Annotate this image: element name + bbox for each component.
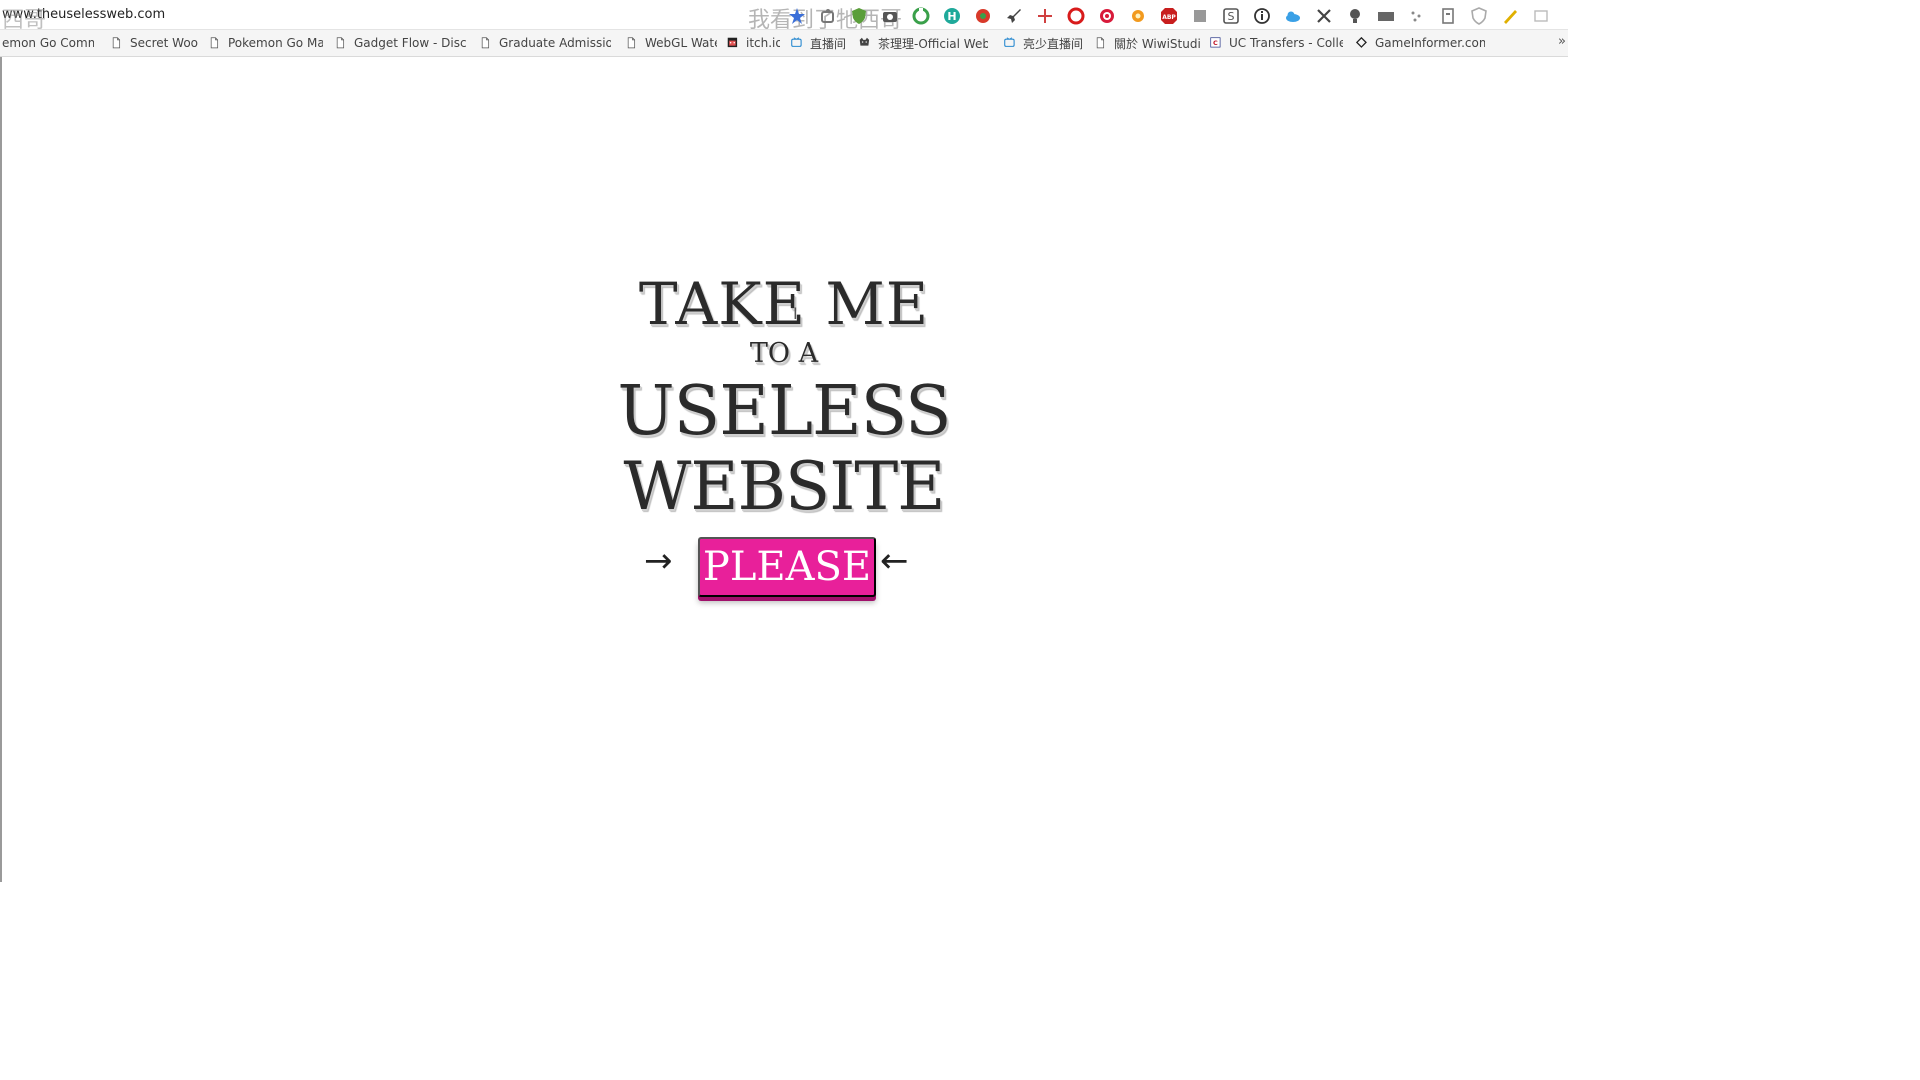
- target-icon[interactable]: [1096, 6, 1117, 26]
- bookmark-label: 直播间: [810, 36, 847, 51]
- cross-icon[interactable]: [1034, 6, 1055, 26]
- bar-icon[interactable]: [1375, 6, 1396, 26]
- hero-line-take-me: TAKE ME: [638, 270, 930, 338]
- diamond-icon: [1355, 36, 1369, 50]
- bookmark-label: GameInformer.com: [1375, 36, 1485, 50]
- page-icon: [208, 36, 222, 50]
- puzzle-icon[interactable]: [817, 6, 838, 26]
- bookmark-item[interactable]: Secret Wood: [110, 35, 198, 51]
- window-edge: [0, 0, 2, 882]
- bookmarks-overflow-button[interactable]: »: [1558, 34, 1566, 49]
- star-icon[interactable]: [786, 6, 807, 26]
- window-icon[interactable]: [1530, 6, 1551, 26]
- x-mark-icon[interactable]: [1313, 6, 1334, 26]
- svg-text:ABP: ABP: [1162, 14, 1176, 21]
- shield-icon[interactable]: [848, 6, 869, 26]
- flower-icon[interactable]: [1127, 6, 1148, 26]
- doc-icon[interactable]: [1437, 6, 1458, 26]
- extension-icons: H ABP S: [786, 5, 1551, 27]
- opera-icon[interactable]: [1065, 6, 1086, 26]
- bookmark-label: emon Go Commu: [2, 36, 94, 50]
- hero-line-website: WEBSITE: [623, 448, 945, 525]
- swirl-icon[interactable]: [972, 6, 993, 26]
- bookmark-label: 關於 WiwiStudio: [1114, 36, 1200, 51]
- bookmark-item[interactable]: WebGL Water: [625, 35, 717, 51]
- bookmark-item[interactable]: Gadget Flow - Discov: [334, 35, 466, 51]
- tv-icon: [790, 36, 804, 50]
- text-cursor-icon: I: [793, 304, 798, 323]
- camera-icon[interactable]: [879, 6, 900, 26]
- recycle-icon[interactable]: [910, 6, 931, 26]
- bookmark-item[interactable]: itch.io: [726, 35, 780, 51]
- svg-text:S: S: [1227, 10, 1234, 23]
- bookmark-label: 亮少直播间: [1023, 36, 1084, 51]
- dots-icon[interactable]: [1406, 6, 1427, 26]
- page-icon: [479, 36, 493, 50]
- bookmark-label: itch.io: [746, 36, 780, 50]
- page-icon: [1094, 36, 1108, 50]
- hero-line-to-a: TO A: [749, 338, 819, 369]
- bookmark-item[interactable]: 亮少直播间: [1003, 35, 1083, 51]
- bookmark-label: WebGL Water: [645, 36, 717, 50]
- bookmarks-bar: » emon Go Commu Secret Wood Pokemon Go Map…: [0, 30, 1568, 57]
- hero-line-useless: USELESS: [617, 372, 951, 451]
- itchio-icon: [726, 36, 740, 50]
- shield-outline-icon[interactable]: [1468, 6, 1489, 26]
- cat-icon: [858, 36, 872, 50]
- please-button[interactable]: PLEASE: [698, 537, 876, 597]
- uc-icon: C: [1209, 36, 1223, 50]
- bookmark-label: UC Transfers - College: [1229, 36, 1343, 50]
- bookmark-label: Graduate Admissions: [499, 36, 611, 50]
- info-icon[interactable]: [1251, 6, 1272, 26]
- square-icon[interactable]: [1189, 6, 1210, 26]
- arrow-left-icon: ←: [880, 541, 909, 581]
- browser-top-bar: www.theuselessweb.com 西哥 我看到了牠西哥 H ABP S: [0, 0, 1568, 33]
- bookmark-item[interactable]: 關於 WiwiStudio: [1094, 35, 1200, 51]
- bookmark-item[interactable]: Graduate Admissions: [479, 35, 611, 51]
- page-icon: [110, 36, 124, 50]
- h-circle-icon[interactable]: H: [941, 6, 962, 26]
- bookmark-label: Gadget Flow - Discov: [354, 36, 466, 50]
- adblock-icon[interactable]: ABP: [1158, 6, 1179, 26]
- bookmark-label: 茶理理-Official Webs: [878, 36, 988, 51]
- bulb-icon[interactable]: [1344, 6, 1365, 26]
- arrow-right-icon: →: [644, 541, 673, 581]
- bookmark-item[interactable]: 直播间: [790, 35, 846, 51]
- bookmark-item[interactable]: Pokemon Go Map: [208, 35, 323, 51]
- bookmark-label: Pokemon Go Map: [228, 36, 323, 50]
- rocket-icon[interactable]: [1003, 6, 1024, 26]
- tv-icon: [1003, 36, 1017, 50]
- bookmark-item[interactable]: 茶理理-Official Webs: [858, 35, 988, 51]
- svg-text:C: C: [1213, 38, 1218, 46]
- svg-text:H: H: [947, 10, 956, 23]
- bookmark-label: Secret Wood: [130, 36, 198, 50]
- useless-web-hero: TAKE ME TO A USELESS WEBSITE → PLEASE ← …: [584, 260, 984, 610]
- s-box-icon[interactable]: S: [1220, 6, 1241, 26]
- bookmark-item[interactable]: emon Go Commu: [2, 35, 94, 51]
- bookmark-item[interactable]: GameInformer.com: [1355, 35, 1485, 51]
- page-icon: [334, 36, 348, 50]
- bookmark-item[interactable]: C UC Transfers - College: [1209, 35, 1343, 51]
- pen-icon[interactable]: [1499, 6, 1520, 26]
- cloud-icon[interactable]: [1282, 6, 1303, 26]
- page-icon: [625, 36, 639, 50]
